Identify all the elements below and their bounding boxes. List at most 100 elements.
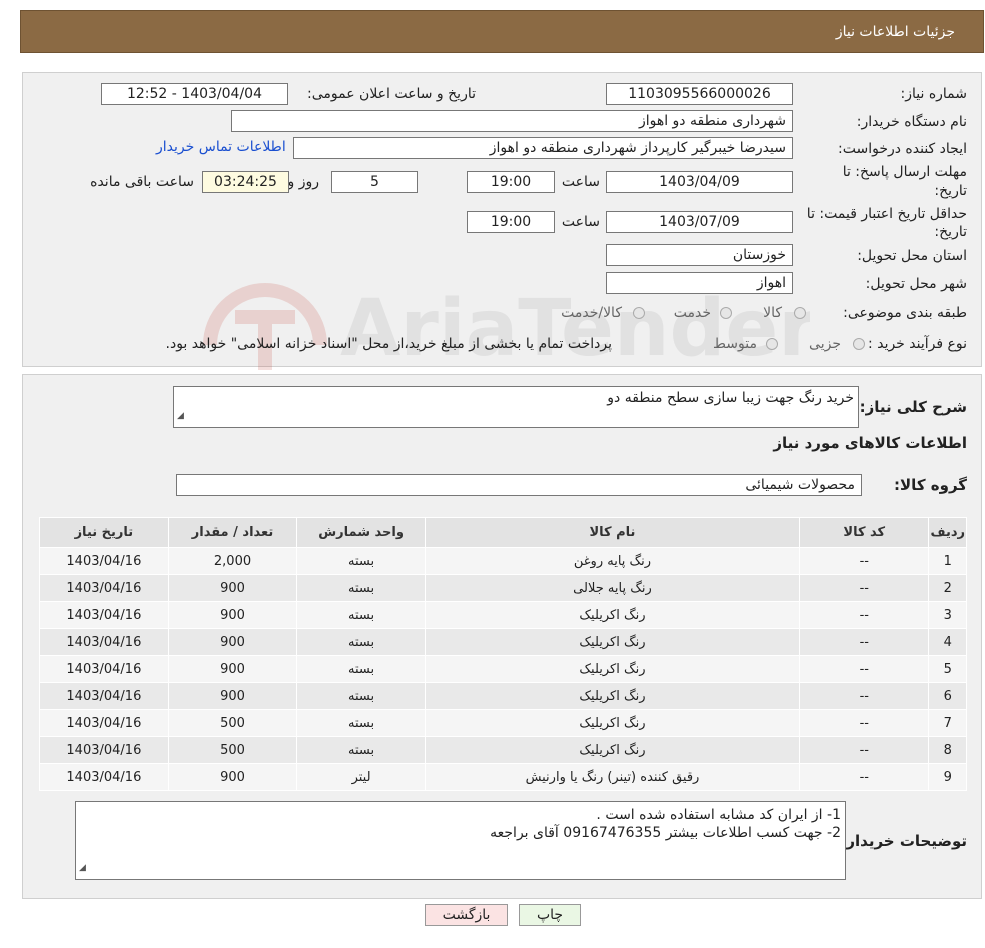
cell-unit: بسته [296, 736, 426, 764]
cell-date: 1403/04/16 [39, 736, 169, 764]
cell-code: -- [799, 547, 930, 575]
col-header-name: نام کالا [424, 517, 801, 548]
deadline-label-2: تاریخ: [934, 183, 967, 199]
items-table: ردیف کد کالا نام کالا واحد شمارش تعداد /… [39, 517, 967, 791]
category-option-goods-service: کالا/خدمت [561, 305, 622, 321]
back-button[interactable]: بازگشت [425, 904, 508, 926]
cell-quantity: 900 [167, 574, 298, 602]
table-row: 2 -- رنگ پایه جلالی بسته 900 1403/04/16 [39, 574, 967, 602]
days-field: 5 [331, 171, 418, 193]
creator-field: سیدرضا خیبرگیر کارپرداز شهرداری منطقه دو… [293, 137, 793, 159]
cell-name: رنگ اکریلیک [424, 601, 801, 629]
resize-grip-icon[interactable]: ◢ [79, 859, 86, 877]
validity-time-field: 19:00 [467, 211, 555, 233]
creator-label: ایجاد کننده درخواست: [838, 141, 967, 157]
process-option-minor: جزیی [809, 336, 841, 352]
cell-name: رنگ پایه روغن [424, 547, 801, 575]
cell-name: رنگ اکریلیک [424, 682, 801, 710]
announce-label: تاریخ و ساعت اعلان عمومی: [307, 86, 476, 102]
city-field: اهواز [606, 272, 793, 294]
print-button[interactable]: چاپ [519, 904, 581, 926]
province-field: خوزستان [606, 244, 793, 266]
validity-label-2: تاریخ: [934, 224, 967, 240]
category-radio-goods[interactable] [794, 307, 806, 319]
remaining-time-field: 03:24:25 [202, 171, 289, 193]
cell-row: 5 [928, 655, 967, 683]
days-word: روز و [287, 174, 320, 190]
cell-code: -- [799, 574, 930, 602]
cell-unit: بسته [296, 628, 426, 656]
cell-row: 2 [928, 574, 967, 602]
table-row: 5 -- رنگ اکریلیک بسته 900 1403/04/16 [39, 655, 967, 683]
description-field: خرید رنگ جهت زیبا سازی سطح منطقه دو ◢ [173, 386, 859, 428]
cell-quantity: 500 [167, 709, 298, 737]
goods-group-label: گروه کالا: [894, 476, 967, 494]
cell-date: 1403/04/16 [39, 574, 169, 602]
cell-code: -- [799, 682, 930, 710]
category-radio-goods-service[interactable] [633, 307, 645, 319]
cell-quantity: 900 [167, 682, 298, 710]
cell-date: 1403/04/16 [39, 763, 169, 791]
process-radio-medium[interactable] [766, 338, 778, 350]
cell-name: رقیق کننده (تینر) رنگ یا وارنیش [424, 763, 801, 791]
col-header-row: ردیف [928, 517, 967, 548]
cell-row: 9 [928, 763, 967, 791]
cell-row: 3 [928, 601, 967, 629]
cell-code: -- [799, 763, 930, 791]
category-radio-service[interactable] [720, 307, 732, 319]
buyer-org-label: نام دستگاه خریدار: [856, 114, 967, 130]
category-label: طبقه بندی موضوعی: [843, 305, 967, 321]
cell-quantity: 900 [167, 763, 298, 791]
buyer-notes-line-2: 2- جهت کسب اطلاعات بیشتر 09167476355 آقا… [490, 825, 841, 841]
cell-unit: لیتر [296, 763, 426, 791]
cell-date: 1403/04/16 [39, 655, 169, 683]
cell-name: رنگ اکریلیک [424, 736, 801, 764]
cell-name: رنگ پایه جلالی [424, 574, 801, 602]
cell-quantity: 500 [167, 736, 298, 764]
validity-label: حداقل تاریخ اعتبار قیمت: تا [806, 206, 967, 222]
cell-unit: بسته [296, 709, 426, 737]
deadline-date-field: 1403/04/09 [606, 171, 793, 193]
buyer-notes-line-1: 1- از ایران کد مشابه استفاده شده است . [596, 807, 841, 823]
table-row: 6 -- رنگ اکریلیک بسته 900 1403/04/16 [39, 682, 967, 710]
table-row: 8 -- رنگ اکریلیک بسته 500 1403/04/16 [39, 736, 967, 764]
cell-date: 1403/04/16 [39, 601, 169, 629]
table-row: 3 -- رنگ اکریلیک بسته 900 1403/04/16 [39, 601, 967, 629]
deadline-time-word: ساعت [561, 174, 600, 190]
city-label: شهر محل تحویل: [865, 276, 967, 292]
cell-quantity: 2,000 [167, 547, 298, 575]
table-row: 4 -- رنگ اکریلیک بسته 900 1403/04/16 [39, 628, 967, 656]
contact-buyer-link[interactable]: اطلاعات تماس خریدار [156, 139, 286, 155]
cell-row: 4 [928, 628, 967, 656]
cell-code: -- [799, 709, 930, 737]
province-label: استان محل تحویل: [857, 248, 967, 264]
need-number-field: 1103095566000026 [606, 83, 793, 105]
cell-name: رنگ اکریلیک [424, 709, 801, 737]
buyer-org-field: شهرداری منطقه دو اهواز [231, 110, 793, 132]
table-row: 7 -- رنگ اکریلیک بسته 500 1403/04/16 [39, 709, 967, 737]
need-number-label: شماره نیاز: [900, 86, 968, 102]
process-note: پرداخت تمام یا بخشی از مبلغ خرید،از محل … [165, 336, 612, 352]
cell-name: رنگ اکریلیک [424, 628, 801, 656]
buyer-notes-label: توضیحات خریدار: [840, 832, 967, 850]
process-radio-minor[interactable] [853, 338, 865, 350]
deadline-label: مهلت ارسال پاسخ: تا [842, 164, 967, 180]
deadline-time-field: 19:00 [467, 171, 555, 193]
cell-code: -- [799, 736, 930, 764]
cell-quantity: 900 [167, 655, 298, 683]
validity-date-field: 1403/07/09 [606, 211, 793, 233]
col-header-unit: واحد شمارش [296, 517, 426, 548]
category-option-service: خدمت [673, 305, 711, 321]
cell-unit: بسته [296, 682, 426, 710]
process-label: نوع فرآیند خرید : [868, 336, 967, 352]
buyer-notes-field: 1- از ایران کد مشابه استفاده شده است . 2… [75, 801, 846, 880]
cell-unit: بسته [296, 547, 426, 575]
description-label: شرح کلی نیاز: [859, 398, 967, 416]
items-table-header: ردیف کد کالا نام کالا واحد شمارش تعداد /… [39, 517, 967, 548]
page-title: جزئیات اطلاعات نیاز [835, 24, 955, 40]
table-row: 1 -- رنگ پایه روغن بسته 2,000 1403/04/16 [39, 547, 967, 575]
resize-grip-icon[interactable]: ◢ [177, 407, 184, 425]
cell-unit: بسته [296, 655, 426, 683]
cell-code: -- [799, 628, 930, 656]
category-option-goods: کالا [763, 305, 782, 321]
